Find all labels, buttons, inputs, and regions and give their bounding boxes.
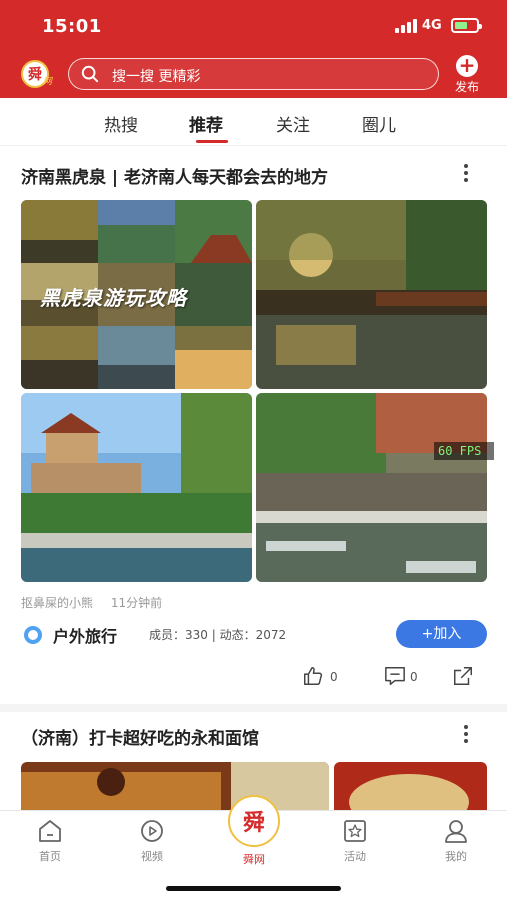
logo-sub: 网 <box>43 77 53 87</box>
signal-icon <box>395 19 417 33</box>
nav-home[interactable]: 首页 <box>20 817 80 864</box>
app-logo[interactable]: 舜 网 <box>21 60 57 88</box>
app-header: 15:01 4G 舜 网 搜一搜 更精彩 + 发布 <box>0 0 507 98</box>
bottom-nav: 首页 视频 舜 舜网 活动 我的 <box>0 795 507 900</box>
fps-badge: 60 FPS <box>434 442 494 460</box>
author-name[interactable]: 抠鼻屎的小熊 <box>21 596 93 610</box>
tab-circles[interactable]: 圈儿 <box>362 111 396 136</box>
nav-activity-label: 活动 <box>344 850 366 863</box>
nav-video-label: 视频 <box>141 850 163 863</box>
nav-video[interactable]: 视频 <box>122 817 182 864</box>
post-meta: 抠鼻屎的小熊 11分钟前 <box>21 594 162 611</box>
nav-profile[interactable]: 我的 <box>426 817 486 864</box>
battery-charging-icon <box>451 18 482 33</box>
comment-count: 0 <box>410 670 418 684</box>
image-overlay-title: 黑虎泉游玩攻略 <box>40 286 187 310</box>
tab-hot[interactable]: 热搜 <box>104 111 138 136</box>
post-title-2[interactable]: （济南）打卡超好吃的永和面馆 <box>21 724 259 749</box>
search-input[interactable]: 搜一搜 更精彩 <box>68 58 439 90</box>
join-button[interactable]: +加入 <box>396 620 487 648</box>
home-indicator <box>166 886 341 891</box>
publish-button[interactable]: + 发布 <box>447 55 487 95</box>
search-placeholder: 搜一搜 更精彩 <box>112 69 201 85</box>
post-2-image-1[interactable] <box>21 762 329 810</box>
active-tab-indicator <box>196 140 228 143</box>
post-image-willows[interactable] <box>256 200 487 389</box>
nav-activity[interactable]: 活动 <box>325 817 385 864</box>
feed-tabs: 热搜 推荐 关注 圈儿 <box>0 98 507 146</box>
post-title[interactable]: 济南黑虎泉 | 老济南人每天都会去的地方 <box>21 163 328 188</box>
circle-name[interactable]: 户外旅行 <box>53 623 117 647</box>
post-time: 11分钟前 <box>110 596 163 610</box>
nav-home-label: 首页 <box>39 850 61 863</box>
circle-stats: 成员：330 | 动态：2072 <box>149 628 287 642</box>
nav-center-logo[interactable]: 舜 <box>228 795 280 847</box>
more-icon-2[interactable] <box>460 725 472 745</box>
star-box-icon <box>344 820 366 842</box>
more-icon[interactable] <box>460 164 472 184</box>
post-image-spring[interactable] <box>256 393 487 582</box>
video-icon <box>141 820 163 842</box>
post-2-image-2[interactable] <box>334 762 487 810</box>
comment-icon[interactable] <box>384 665 406 687</box>
plus-icon: + <box>456 55 478 77</box>
share-icon[interactable] <box>452 665 474 687</box>
post-divider <box>0 704 507 712</box>
like-icon[interactable] <box>302 665 324 687</box>
nav-profile-label: 我的 <box>445 850 467 863</box>
circle-row: 户外旅行 成员：330 | 动态：2072 +加入 <box>21 620 487 648</box>
home-icon <box>39 820 61 842</box>
like-count: 0 <box>330 670 338 684</box>
publish-label: 发布 <box>454 80 479 94</box>
status-time: 15:01 <box>42 16 102 37</box>
tab-recommend[interactable]: 推荐 <box>189 111 223 136</box>
status-bar: 15:01 4G <box>0 0 507 52</box>
circle-icon <box>24 626 42 644</box>
nav-center-label[interactable]: 舜网 <box>228 851 280 867</box>
post-image-tower[interactable] <box>21 393 252 582</box>
profile-icon <box>445 820 467 843</box>
tab-follow[interactable]: 关注 <box>276 111 310 136</box>
search-icon <box>81 65 99 83</box>
network-type: 4G <box>422 18 442 33</box>
